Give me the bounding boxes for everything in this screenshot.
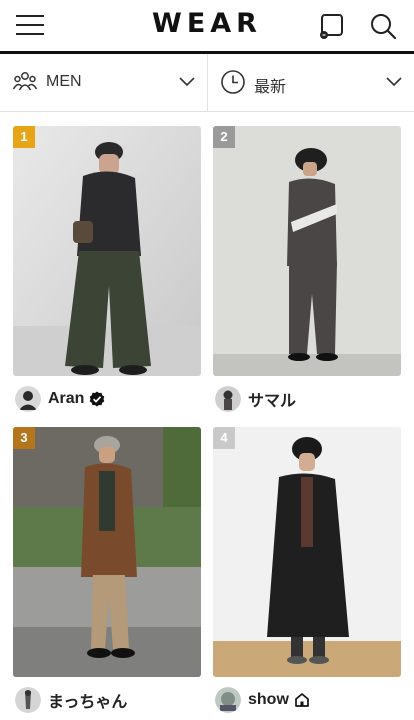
chevron-down-icon (386, 77, 402, 87)
coordinate-photo[interactable]: 3 (13, 427, 201, 677)
gender-filter-label: MEN (46, 73, 82, 90)
sort-filter-dropdown[interactable]: 最新 (208, 54, 414, 112)
user-row[interactable]: まっちゃん (15, 685, 127, 715)
verified-badge-icon (90, 391, 105, 407)
chevron-down-icon (179, 77, 195, 87)
clock-icon (221, 70, 245, 94)
avatar (15, 687, 41, 713)
coordinate-post-icon[interactable] (318, 12, 346, 40)
username: Aran (48, 390, 85, 407)
username: サマル (248, 393, 297, 410)
ranking-badge: 4 (213, 427, 235, 449)
search-icon[interactable] (369, 12, 397, 40)
coordinate-photo[interactable]: 1 (13, 126, 201, 376)
ranking-badge: 1 (13, 126, 35, 148)
shop-badge-icon (295, 693, 309, 707)
people-icon (12, 72, 38, 91)
wear-logo[interactable]: WEAR (0, 8, 414, 39)
coordinate-photo[interactable]: 4 (213, 427, 401, 677)
ranking-badge: 3 (13, 427, 35, 449)
sort-filter-label: 最新 (254, 79, 287, 96)
ranking-badge: 2 (213, 126, 235, 148)
avatar (215, 386, 241, 412)
user-row[interactable]: Aran (15, 384, 105, 414)
username: まっちゃん (48, 694, 128, 711)
coordinate-photo[interactable]: 2 (213, 126, 401, 376)
avatar (215, 687, 241, 713)
filter-bar: MEN 最新 (0, 54, 414, 112)
user-row[interactable]: サマル (215, 384, 296, 414)
avatar (15, 386, 41, 412)
app-header: WEAR (0, 0, 414, 52)
gender-filter-dropdown[interactable]: MEN (0, 54, 207, 112)
username: show (248, 691, 289, 708)
user-row[interactable]: show (215, 685, 310, 715)
